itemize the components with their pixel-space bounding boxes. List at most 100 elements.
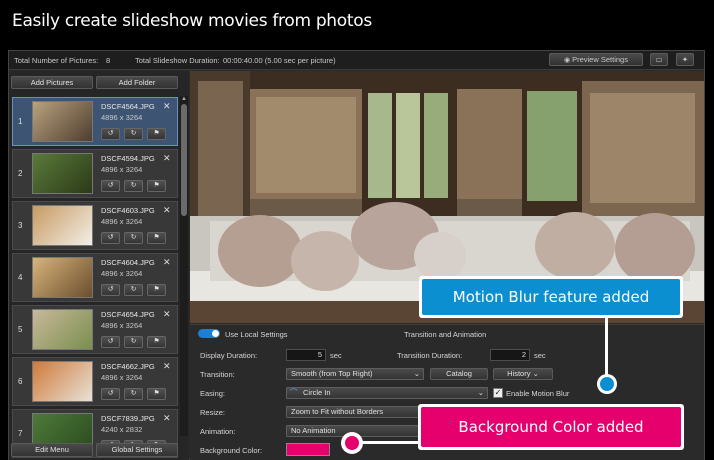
star-icon: ✦ xyxy=(681,55,689,64)
edit-menu-button[interactable]: Edit Menu xyxy=(11,443,93,457)
catalog-button[interactable]: Catalog xyxy=(430,368,488,380)
file-name: DSCF7839.JPG xyxy=(101,414,155,423)
transition-duration-label: Transition Duration: xyxy=(397,351,463,360)
duration-label: Total Slideshow Duration: xyxy=(135,56,220,65)
scroll-thumb[interactable] xyxy=(181,104,187,216)
flag-icon[interactable]: ⚑ xyxy=(147,388,166,400)
file-dimensions: 4240 x 2832 xyxy=(101,425,143,434)
file-dimensions: 4896 x 3264 xyxy=(101,321,143,330)
rotate-left-icon[interactable]: ↺ xyxy=(101,128,120,140)
rotate-left-icon[interactable]: ↺ xyxy=(101,336,120,348)
resize-select[interactable]: Zoom to Fit without Borders xyxy=(286,406,424,418)
flag-icon[interactable]: ⚑ xyxy=(147,180,166,192)
bg-color-callout-frame: Background Color added xyxy=(418,404,684,450)
chevron-down-icon: ⌄ xyxy=(532,369,539,378)
bg-color-marker xyxy=(341,432,363,454)
flag-icon[interactable]: ⚑ xyxy=(147,284,166,296)
duration-value: 00:00:40.00 (5.00 sec per picture) xyxy=(223,56,336,65)
transition-select[interactable]: Smooth (from Top Right) ⌄ xyxy=(286,368,424,380)
global-settings-button[interactable]: Global Settings xyxy=(96,443,178,457)
total-pictures-value: 8 xyxy=(106,56,111,65)
bg-color-callout: Background Color added xyxy=(421,407,681,447)
use-local-toggle[interactable] xyxy=(198,329,220,338)
transition-duration-unit: sec xyxy=(534,351,546,360)
fullscreen-button[interactable]: ▭ xyxy=(650,53,668,66)
item-number: 6 xyxy=(18,377,23,386)
history-label: History xyxy=(507,369,531,378)
export-button[interactable]: ✦ xyxy=(676,53,694,66)
list-item[interactable]: 6 DSCF4662.JPG 4896 x 3264 ✕ ↺ ↻ ⚑ xyxy=(12,357,178,406)
banner: Easily create slideshow movies from phot… xyxy=(0,0,714,50)
close-icon[interactable]: ✕ xyxy=(163,413,171,424)
add-folder-button[interactable]: Add Folder xyxy=(96,76,178,89)
close-icon[interactable]: ✕ xyxy=(163,153,171,164)
motion-blur-checkbox[interactable]: ✓ xyxy=(493,388,503,398)
monitor-icon: ▭ xyxy=(655,55,663,64)
preview-settings-button[interactable]: ◉ Preview Settings xyxy=(549,53,643,66)
file-name: DSCF4662.JPG xyxy=(101,362,155,371)
flag-icon[interactable]: ⚑ xyxy=(147,336,166,348)
close-icon[interactable]: ✕ xyxy=(163,361,171,372)
rotate-left-icon[interactable]: ↺ xyxy=(101,232,120,244)
thumbnail xyxy=(32,257,93,298)
flag-icon[interactable]: ⚑ xyxy=(147,128,166,140)
list-item[interactable]: 1 DSCF4564.JPG 4896 x 3264 ✕ ↺ ↻ ⚑ xyxy=(12,97,178,146)
item-number: 5 xyxy=(18,325,23,334)
rotate-right-icon[interactable]: ↻ xyxy=(124,180,143,192)
easing-value: Circle In xyxy=(303,388,331,397)
rotate-right-icon[interactable]: ↻ xyxy=(124,388,143,400)
rotate-left-icon[interactable]: ↺ xyxy=(101,180,120,192)
rotate-right-icon[interactable]: ↻ xyxy=(124,336,143,348)
rotate-right-icon[interactable]: ↻ xyxy=(124,284,143,296)
item-number: 7 xyxy=(18,429,23,438)
easing-select[interactable]: ⌒ Circle In ⌄ xyxy=(286,387,488,399)
thumbnail xyxy=(32,361,93,402)
close-icon[interactable]: ✕ xyxy=(163,257,171,268)
motion-blur-label: Enable Motion Blur xyxy=(506,389,570,398)
list-item[interactable]: 4 DSCF4604.JPG 4896 x 3264 ✕ ↺ ↻ ⚑ xyxy=(12,253,178,302)
flag-icon[interactable]: ⚑ xyxy=(147,232,166,244)
close-icon[interactable]: ✕ xyxy=(163,309,171,320)
rotate-left-icon[interactable]: ↺ xyxy=(101,388,120,400)
preview-settings-label: Preview Settings xyxy=(572,55,628,64)
history-button[interactable]: History ⌄ xyxy=(493,368,553,380)
bg-color-swatch[interactable] xyxy=(286,443,330,456)
display-duration-input[interactable]: 5 xyxy=(286,349,326,361)
scroll-up-icon[interactable]: ▲ xyxy=(181,96,187,102)
close-icon[interactable]: ✕ xyxy=(163,101,171,112)
close-icon[interactable]: ✕ xyxy=(163,205,171,216)
list-scrollbar[interactable]: ▲ xyxy=(180,96,188,436)
motion-blur-marker-dot xyxy=(600,377,614,391)
toggle-knob xyxy=(212,330,219,337)
add-pictures-button[interactable]: Add Pictures xyxy=(11,76,93,89)
file-name: DSCF4604.JPG xyxy=(101,258,155,267)
transition-duration-input[interactable]: 2 xyxy=(490,349,530,361)
list-item[interactable]: 2 DSCF4594.JPG 4896 x 3264 ✕ ↺ ↻ ⚑ xyxy=(12,149,178,198)
chevron-down-icon: ⌄ xyxy=(477,388,484,397)
motion-blur-connector xyxy=(605,318,608,378)
bg-color-marker-dot xyxy=(345,436,359,450)
thumbnail xyxy=(32,205,93,246)
file-name: DSCF4603.JPG xyxy=(101,206,155,215)
file-dimensions: 4896 x 3264 xyxy=(101,113,143,122)
list-item[interactable]: 3 DSCF4603.JPG 4896 x 3264 ✕ ↺ ↻ ⚑ xyxy=(12,201,178,250)
app-window: Total Number of Pictures: 8 Total Slides… xyxy=(8,50,705,460)
transition-value: Smooth (from Top Right) xyxy=(291,369,373,378)
status-bar: Total Number of Pictures: 8 Total Slides… xyxy=(9,51,704,70)
total-pictures-label: Total Number of Pictures: xyxy=(14,56,99,65)
rotate-right-icon[interactable]: ↻ xyxy=(124,128,143,140)
transition-label: Transition: xyxy=(200,370,235,379)
file-dimensions: 4896 x 3264 xyxy=(101,165,143,174)
rotate-left-icon[interactable]: ↺ xyxy=(101,284,120,296)
file-name: DSCF4564.JPG xyxy=(101,102,155,111)
file-dimensions: 4896 x 3264 xyxy=(101,373,143,382)
easing-label: Easing: xyxy=(200,389,226,398)
motion-blur-marker xyxy=(597,374,617,394)
rotate-right-icon[interactable]: ↻ xyxy=(124,232,143,244)
list-item[interactable]: 5 DSCF4654.JPG 4896 x 3264 ✕ ↺ ↻ ⚑ xyxy=(12,305,178,354)
animation-label: Animation: xyxy=(200,427,236,436)
item-number: 3 xyxy=(18,221,23,230)
picture-list-panel: Add Pictures Add Folder 1 DSCF4564.JPG 489… xyxy=(9,71,189,460)
section-title: Transition and Animation xyxy=(404,330,487,339)
thumbnail xyxy=(32,309,93,350)
